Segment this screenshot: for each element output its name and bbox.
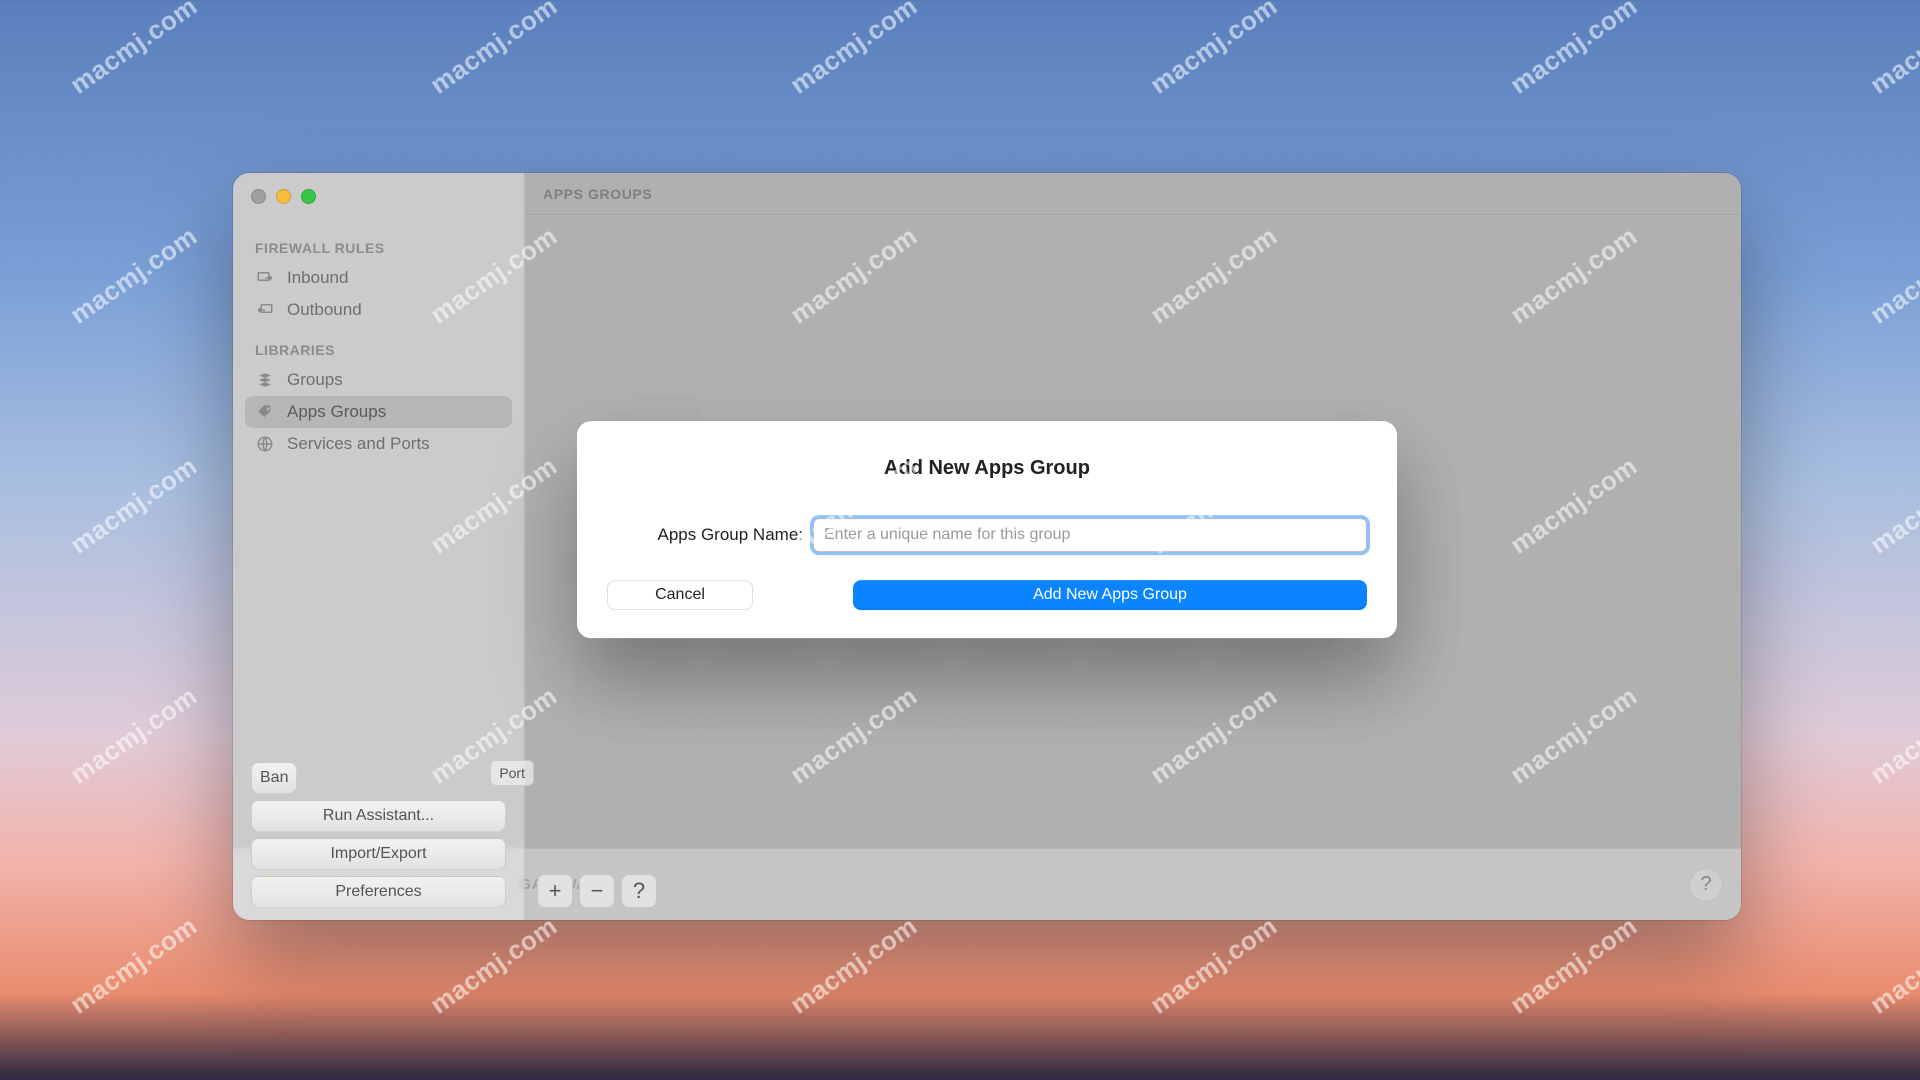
dialog-field-label: Apps Group Name: — [607, 525, 803, 545]
dialog-title: Add New Apps Group — [607, 457, 1367, 480]
sidebar-buttons: Ban Port Run Assistant... Import/Export … — [245, 762, 512, 908]
cancel-button[interactable]: Cancel — [607, 580, 753, 610]
section-firewall-rules: FIREWALL RULES — [245, 224, 512, 262]
app-window: FIREWALL RULES Inbound Outbound LIBRARIE… — [233, 173, 1741, 920]
help-button[interactable]: ? — [621, 874, 657, 908]
tag-icon — [255, 402, 275, 422]
sidebar: FIREWALL RULES Inbound Outbound LIBRARIE… — [233, 173, 525, 920]
network-out-icon — [255, 300, 275, 320]
plus-icon: + — [549, 878, 562, 904]
main-header: APPS GROUPS — [525, 173, 1741, 215]
add-apps-group-dialog: Add New Apps Group Apps Group Name: Canc… — [577, 421, 1397, 638]
sidebar-item-groups[interactable]: Groups — [245, 364, 512, 396]
close-window-icon[interactable] — [251, 189, 266, 204]
sidebar-item-label: Inbound — [287, 268, 348, 288]
sidebar-item-services-ports[interactable]: Services and Ports — [245, 428, 512, 460]
sidebar-item-label: Services and Ports — [287, 434, 430, 454]
network-in-icon — [255, 268, 275, 288]
main-header-title: APPS GROUPS — [543, 186, 652, 202]
import-export-button[interactable]: Import/Export — [251, 838, 506, 870]
sidebar-item-label: Apps Groups — [287, 402, 386, 422]
add-button[interactable]: + — [537, 874, 573, 908]
stack-icon — [255, 370, 275, 390]
remove-button[interactable]: − — [579, 874, 615, 908]
minimize-window-icon[interactable] — [276, 189, 291, 204]
list-toolbar: + − ? — [537, 874, 657, 908]
sidebar-item-outbound[interactable]: Outbound — [245, 294, 512, 326]
question-icon: ? — [633, 878, 645, 904]
window-controls — [245, 181, 512, 224]
globe-icon — [255, 434, 275, 454]
sidebar-item-inbound[interactable]: Inbound — [245, 262, 512, 294]
sidebar-item-label: Groups — [287, 370, 343, 390]
section-libraries: LIBRARIES — [245, 326, 512, 364]
ban-button[interactable]: Ban — [251, 762, 297, 794]
apps-group-name-input[interactable] — [813, 518, 1367, 552]
sidebar-item-label: Outbound — [287, 300, 362, 320]
preferences-button[interactable]: Preferences — [251, 876, 506, 908]
minus-icon: − — [591, 878, 604, 904]
zoom-window-icon[interactable] — [301, 189, 316, 204]
confirm-add-group-button[interactable]: Add New Apps Group — [853, 580, 1367, 610]
sidebar-item-apps-groups[interactable]: Apps Groups — [245, 396, 512, 428]
run-assistant-button[interactable]: Run Assistant... — [251, 800, 506, 832]
